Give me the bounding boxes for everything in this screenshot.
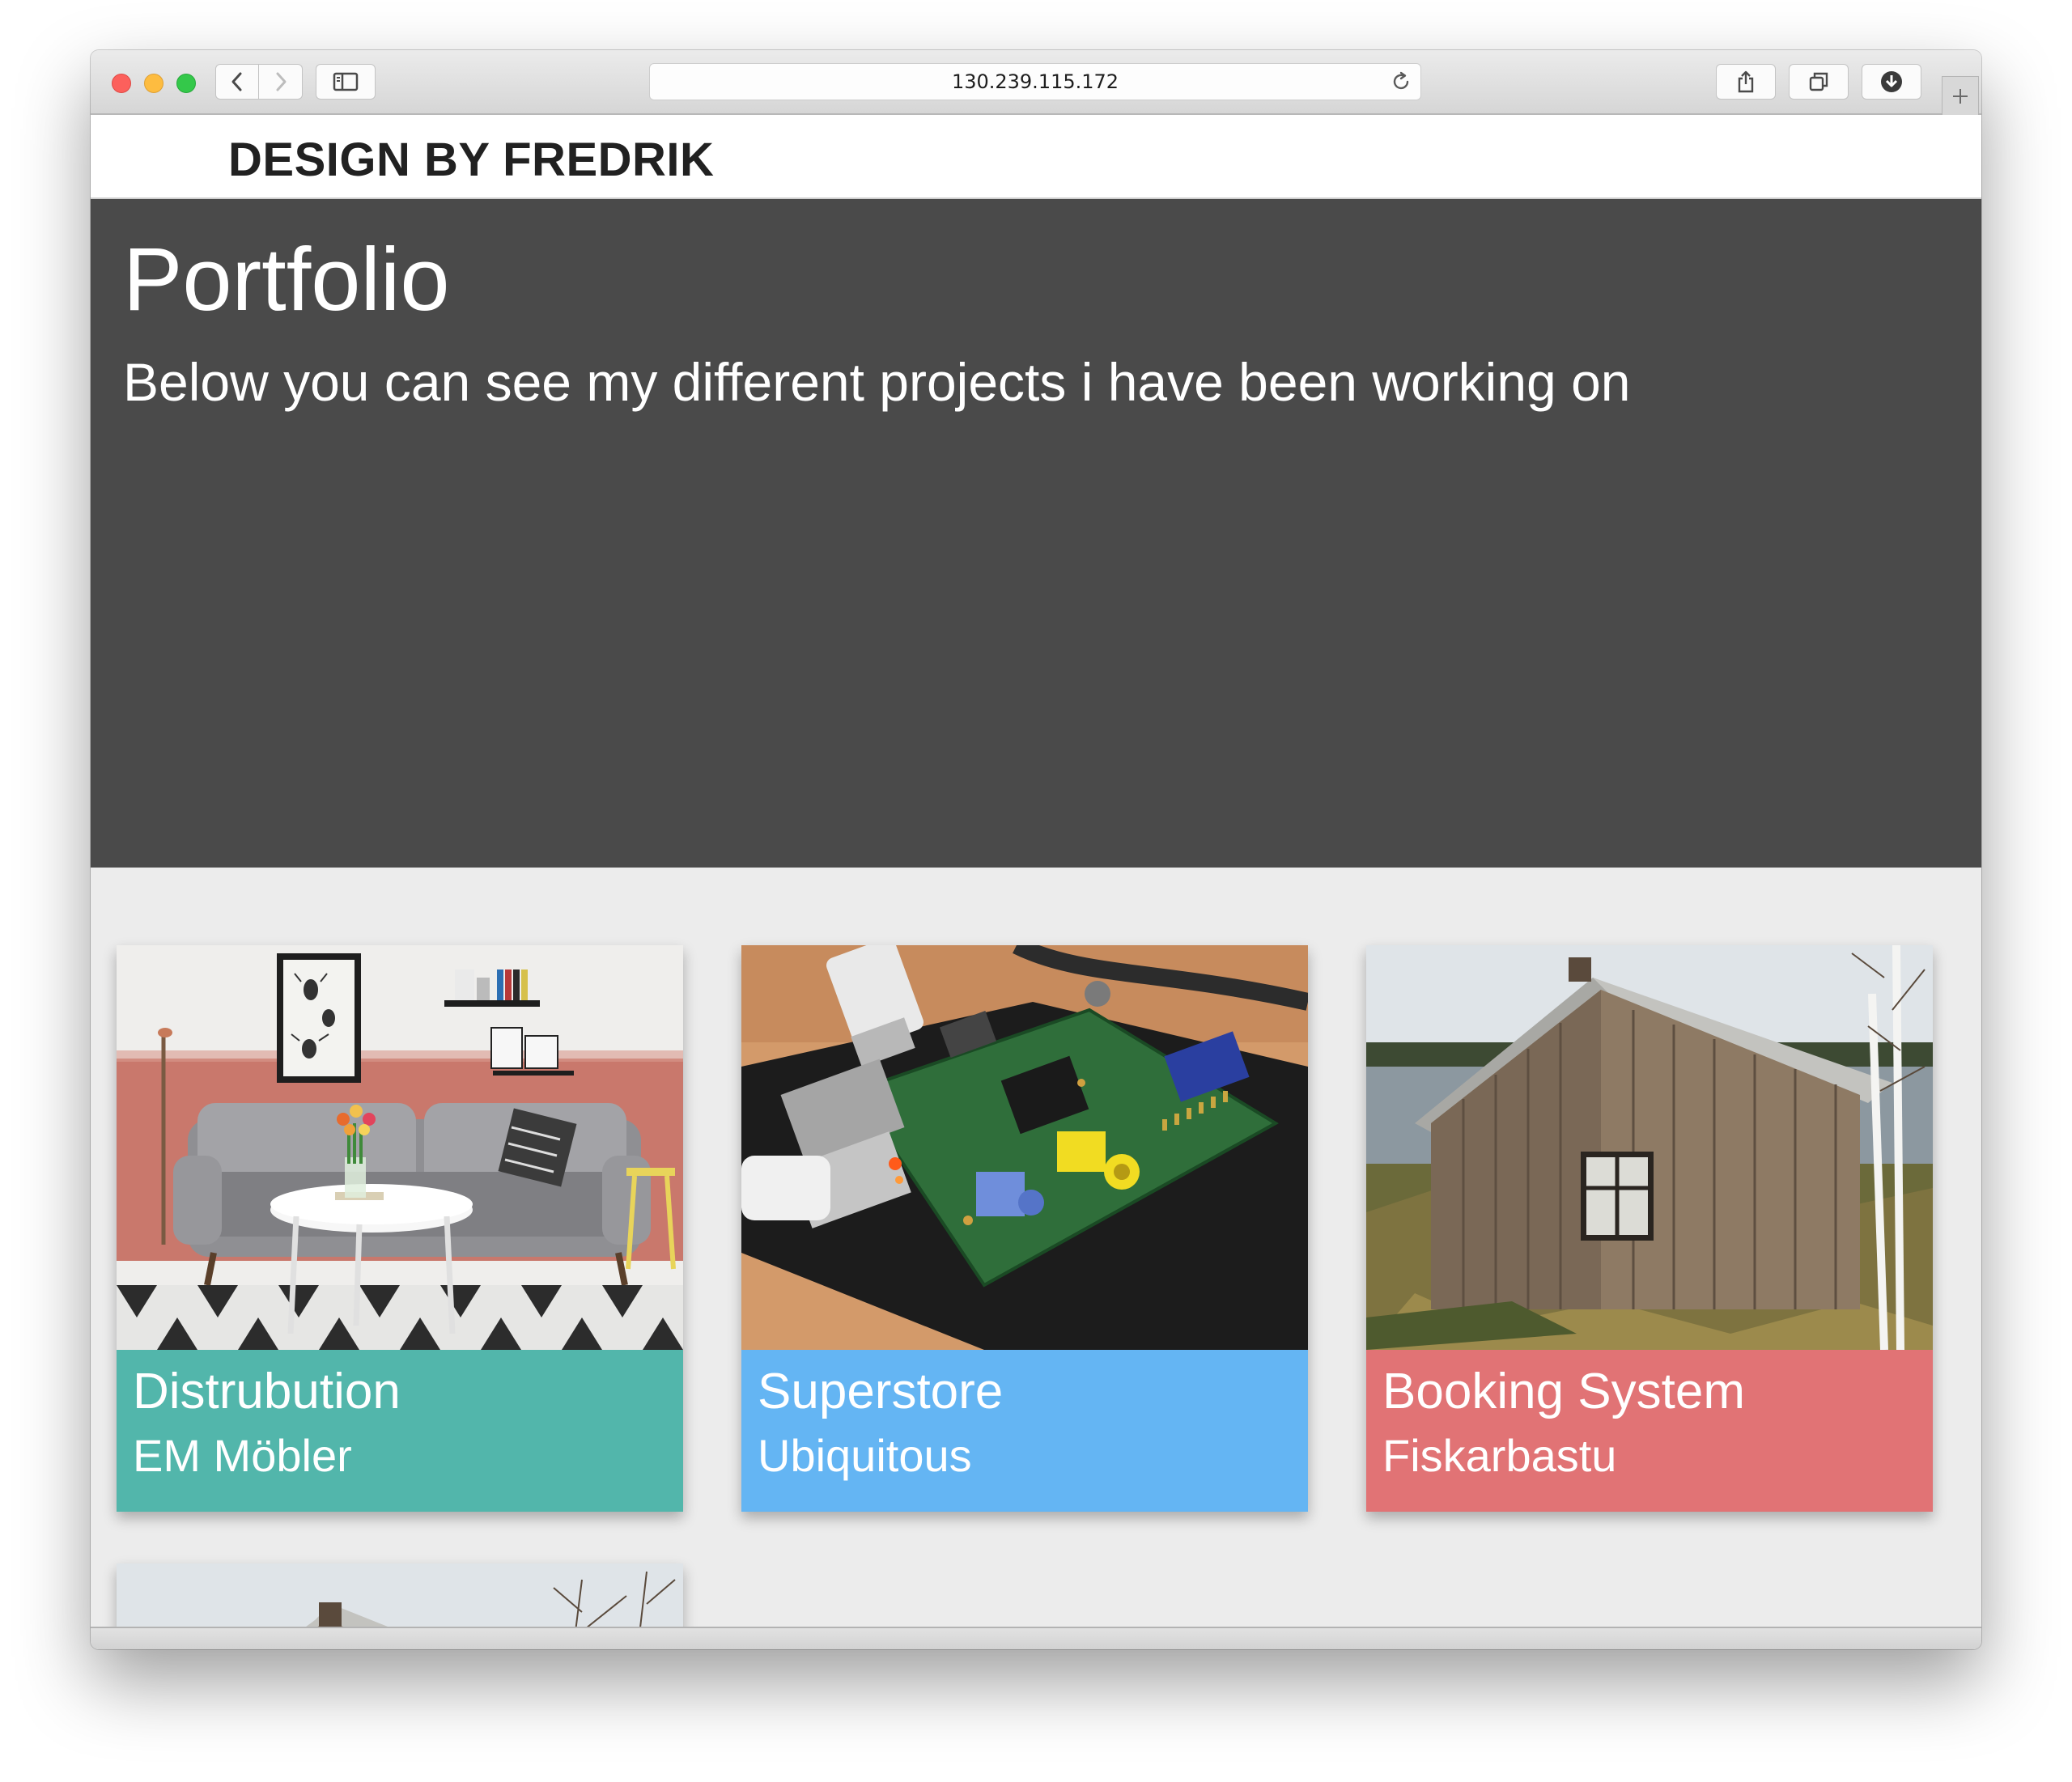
url-text: 130.239.115.172 <box>951 70 1119 93</box>
sidebar-icon <box>333 72 359 91</box>
minimize-window-button[interactable] <box>144 74 163 93</box>
site-brand-link[interactable]: DESIGN BY FREDRIK <box>228 133 714 187</box>
window-bottom-bar <box>91 1627 1981 1649</box>
browser-window: 130.239.115.172 DESIGN BY FREDRIK Portfo… <box>91 50 1981 1649</box>
project-card-body: Distrubution EM Möbler <box>117 1350 683 1512</box>
circuit-board-photo <box>741 945 1308 1350</box>
maximize-window-button[interactable] <box>176 74 196 93</box>
download-icon <box>1881 71 1902 92</box>
web-page: DESIGN BY FREDRIK Portfolio Below you ca… <box>91 115 1981 1636</box>
project-title: Superstore <box>758 1364 1004 1419</box>
browser-toolbar: 130.239.115.172 <box>91 50 1981 115</box>
site-header: DESIGN BY FREDRIK <box>91 115 1981 199</box>
project-client: Ubiquitous <box>758 1430 972 1481</box>
downloads-button[interactable] <box>1862 64 1921 100</box>
project-card[interactable] <box>117 1563 683 1636</box>
address-bar[interactable]: 130.239.115.172 <box>649 63 1421 100</box>
project-card-body: Booking System Fiskarbastu <box>1366 1350 1933 1512</box>
project-card-superstore[interactable]: Superstore Ubiquitous <box>741 945 1308 1512</box>
page-subtitle: Below you can see my different projects … <box>123 352 1631 412</box>
sidebar-toggle-button[interactable] <box>316 64 376 100</box>
forward-button[interactable] <box>259 64 303 100</box>
project-card-body: Superstore Ubiquitous <box>741 1350 1308 1512</box>
reload-icon[interactable] <box>1390 70 1412 93</box>
wooden-cabin-photo <box>117 1563 683 1636</box>
living-room-photo <box>117 945 683 1350</box>
page-title: Portfolio <box>123 230 450 329</box>
project-card-distrubution[interactable]: Distrubution EM Möbler <box>117 945 683 1512</box>
plus-icon <box>1953 88 1968 104</box>
chevron-left-icon <box>231 72 242 91</box>
new-tab-button[interactable] <box>1942 76 1979 115</box>
show-tabs-button[interactable] <box>1789 64 1849 100</box>
project-card-booking-system[interactable]: Booking System Fiskarbastu <box>1366 945 1933 1512</box>
project-title: Distrubution <box>133 1364 401 1419</box>
wooden-cabin-photo <box>1366 945 1933 1350</box>
project-client: EM Möbler <box>133 1430 352 1481</box>
back-button[interactable] <box>215 64 259 100</box>
tabs-icon <box>1809 72 1828 91</box>
chevron-right-icon <box>276 72 286 91</box>
close-window-button[interactable] <box>112 74 131 93</box>
share-icon <box>1738 70 1754 93</box>
hero-section: Portfolio Below you can see my different… <box>91 199 1981 868</box>
share-button[interactable] <box>1716 64 1776 100</box>
project-title: Booking System <box>1382 1364 1745 1419</box>
project-client: Fiskarbastu <box>1382 1430 1617 1481</box>
